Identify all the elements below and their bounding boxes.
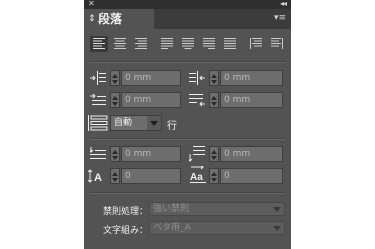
alignment-toolbar bbox=[90, 36, 285, 52]
align-away-from-spine-icon bbox=[271, 38, 283, 49]
tab-cycle-icon[interactable]: ⇕ bbox=[88, 9, 96, 29]
mojikumi-value: ベタ用_A bbox=[153, 223, 191, 233]
last-line-indent-stepper[interactable] bbox=[209, 92, 219, 108]
grid-lines-unit: 行 bbox=[167, 121, 177, 132]
left-indent-stepper[interactable] bbox=[110, 70, 120, 86]
justify-left-icon bbox=[161, 38, 173, 49]
svg-text:Aa: Aa bbox=[190, 172, 203, 183]
space-before-stepper[interactable] bbox=[110, 146, 120, 162]
drop-cap-chars-icon: Aa bbox=[188, 164, 208, 183]
drop-cap-chars-field[interactable]: 0 bbox=[220, 168, 283, 184]
first-line-indent-stepper[interactable] bbox=[110, 92, 120, 108]
space-after-field[interactable]: 0 mm bbox=[220, 146, 283, 162]
tab-title: 段落 bbox=[98, 12, 123, 26]
align-center-button[interactable] bbox=[111, 36, 129, 52]
tab-paragraph[interactable]: ⇕ 段落 bbox=[84, 9, 154, 29]
divider bbox=[90, 61, 285, 63]
mojikumi-select[interactable]: ベタ用_A bbox=[149, 221, 285, 235]
justify-all-icon bbox=[224, 38, 236, 49]
left-indent-icon bbox=[90, 70, 108, 86]
panel-title-bar: ✕ ◂◂ bbox=[84, 0, 291, 9]
right-indent-icon bbox=[189, 70, 207, 86]
align-towards-spine-button[interactable] bbox=[247, 36, 265, 52]
justify-center-button[interactable] bbox=[179, 36, 197, 52]
justify-right-icon bbox=[203, 38, 215, 49]
justify-center-icon bbox=[182, 38, 194, 49]
close-icon[interactable]: ✕ bbox=[88, 0, 95, 8]
paragraph-panel: ✕ ◂◂ ⇕ 段落 ▾≡ 0 mm 0 mm 0 mm 0 mm 自動 行 0 … bbox=[84, 0, 291, 249]
first-line-indent-icon bbox=[90, 92, 108, 108]
justify-left-button[interactable] bbox=[158, 36, 176, 52]
mojikumi-label: 文字組み： bbox=[102, 226, 148, 236]
space-after-icon bbox=[187, 146, 207, 162]
divider bbox=[90, 138, 285, 140]
align-left-icon bbox=[93, 38, 105, 49]
kinsoku-value: 強い禁則 bbox=[153, 204, 190, 214]
align-right-button[interactable] bbox=[132, 36, 150, 52]
chevron-down-icon[interactable] bbox=[273, 226, 281, 231]
grid-lines-value: 自動 bbox=[114, 118, 133, 128]
justify-right-button[interactable] bbox=[200, 36, 218, 52]
last-line-indent-icon bbox=[189, 92, 207, 108]
drop-cap-lines-icon: A bbox=[87, 168, 106, 184]
grid-lines-icon bbox=[88, 115, 110, 131]
first-line-indent-field[interactable]: 0 mm bbox=[121, 92, 181, 108]
kinsoku-label: 禁則処理： bbox=[102, 207, 148, 217]
align-center-icon bbox=[114, 38, 126, 49]
svg-text:A: A bbox=[94, 172, 102, 183]
align-left-button[interactable] bbox=[90, 36, 108, 52]
panel-menu-icon[interactable]: ▾≡ bbox=[274, 13, 286, 23]
drop-cap-chars-stepper[interactable] bbox=[209, 168, 219, 184]
align-away-from-spine-button[interactable] bbox=[268, 36, 286, 52]
collapse-icon[interactable]: ◂◂ bbox=[280, 0, 287, 8]
chevron-down-icon[interactable] bbox=[273, 207, 281, 212]
grid-lines-select[interactable]: 自動 bbox=[110, 115, 162, 131]
divider bbox=[90, 192, 285, 194]
align-towards-spine-icon bbox=[250, 38, 262, 49]
right-indent-stepper[interactable] bbox=[209, 70, 219, 86]
space-after-stepper[interactable] bbox=[209, 146, 219, 162]
space-before-field[interactable]: 0 mm bbox=[121, 146, 181, 162]
justify-all-button[interactable] bbox=[221, 36, 239, 52]
drop-cap-lines-field[interactable]: 0 bbox=[121, 168, 181, 184]
chevron-down-icon[interactable] bbox=[147, 116, 161, 130]
align-right-icon bbox=[135, 38, 147, 49]
tab-bar: ⇕ 段落 ▾≡ bbox=[84, 9, 291, 29]
left-indent-field[interactable]: 0 mm bbox=[121, 70, 181, 86]
space-before-icon bbox=[88, 146, 108, 162]
right-indent-field[interactable]: 0 mm bbox=[220, 70, 283, 86]
drop-cap-lines-stepper[interactable] bbox=[110, 168, 120, 184]
kinsoku-select[interactable]: 強い禁則 bbox=[149, 202, 285, 216]
last-line-indent-field[interactable]: 0 mm bbox=[220, 92, 283, 108]
